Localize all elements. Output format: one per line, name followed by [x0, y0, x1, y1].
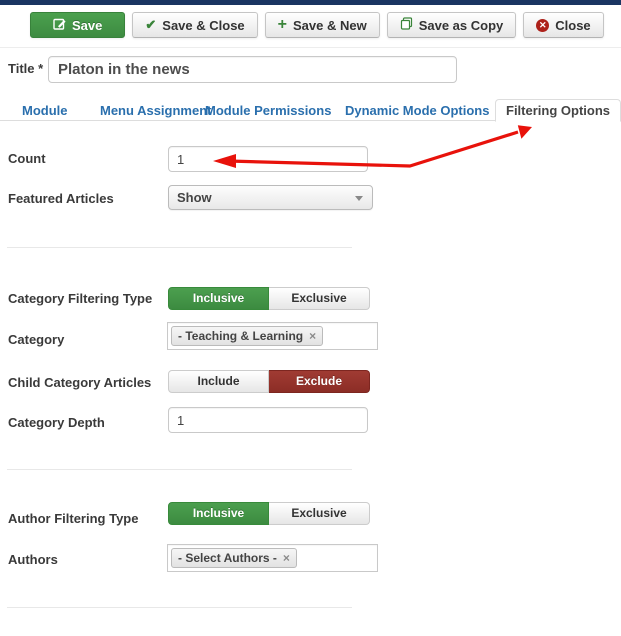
category-tag: - Teaching & Learning × — [171, 326, 324, 346]
chevron-down-icon — [355, 196, 363, 201]
save-icon — [53, 17, 66, 33]
remove-tag-icon[interactable]: × — [309, 330, 316, 342]
category-depth-input[interactable] — [168, 407, 368, 433]
authors-tag: - Select Authors - × — [171, 548, 297, 568]
save-as-copy-button[interactable]: Save as Copy — [386, 12, 517, 38]
category-multiselect[interactable]: - Teaching & Learning × — [167, 322, 378, 350]
child-category-exclude-button[interactable]: Exclude — [269, 370, 370, 393]
title-label: Title * — [8, 61, 44, 76]
authors-tag-label: - Select Authors - — [178, 551, 277, 565]
featured-articles-value: Show — [177, 190, 212, 205]
save-button-label: Save — [72, 17, 103, 33]
save-button[interactable]: Save — [30, 12, 126, 38]
annotation-arrow — [213, 125, 532, 168]
author-filtering-type-toggle: Inclusive Exclusive — [168, 502, 370, 525]
category-filtering-inclusive-button[interactable]: Inclusive — [168, 287, 269, 310]
title-input[interactable] — [48, 56, 457, 83]
section-divider — [7, 469, 352, 470]
child-category-articles-label: Child Category Articles — [8, 375, 152, 390]
remove-tag-icon[interactable]: × — [283, 552, 290, 564]
plus-icon: + — [277, 16, 287, 33]
toolbar-divider — [0, 47, 621, 48]
close-icon: ✕ — [536, 18, 550, 32]
tab-module[interactable]: Module — [22, 103, 68, 118]
category-filtering-type-label: Category Filtering Type — [8, 291, 153, 306]
count-label: Count — [8, 151, 46, 166]
close-button[interactable]: ✕ Close — [523, 12, 604, 38]
module-edit-page: Save ✔ Save & Close + Save & New Save as… — [0, 0, 621, 636]
category-tag-label: - Teaching & Learning — [178, 329, 304, 343]
tab-menu-assignment[interactable]: Menu Assignment — [100, 103, 211, 118]
check-icon: ✔ — [145, 17, 157, 32]
section-divider — [7, 607, 352, 608]
featured-articles-select[interactable]: Show — [168, 185, 373, 210]
tab-module-permissions[interactable]: Module Permissions — [205, 103, 331, 118]
child-category-include-button[interactable]: Include — [168, 370, 269, 393]
author-filtering-type-label: Author Filtering Type — [8, 511, 139, 526]
child-category-articles-toggle: Include Exclude — [168, 370, 370, 393]
save-and-close-button[interactable]: ✔ Save & Close — [132, 12, 258, 38]
tab-filtering-options[interactable]: Filtering Options — [495, 99, 621, 122]
category-label: Category — [8, 332, 65, 347]
save-and-new-label: Save & New — [293, 17, 367, 33]
section-divider — [7, 247, 352, 248]
tab-dynamic-mode-options[interactable]: Dynamic Mode Options — [345, 103, 489, 118]
category-filtering-exclusive-button[interactable]: Exclusive — [269, 287, 370, 310]
authors-label: Authors — [8, 552, 58, 567]
admin-top-bar — [0, 0, 621, 5]
category-filtering-type-toggle: Inclusive Exclusive — [168, 287, 370, 310]
authors-multiselect[interactable]: - Select Authors - × — [167, 544, 378, 572]
toolbar: Save ✔ Save & Close + Save & New Save as… — [30, 12, 604, 38]
author-filtering-exclusive-button[interactable]: Exclusive — [269, 502, 370, 525]
author-filtering-inclusive-button[interactable]: Inclusive — [168, 502, 269, 525]
category-depth-label: Category Depth — [8, 415, 105, 430]
copy-icon — [400, 17, 413, 33]
save-and-close-label: Save & Close — [162, 17, 245, 33]
save-and-new-button[interactable]: + Save & New — [264, 12, 380, 38]
featured-articles-label: Featured Articles — [8, 191, 114, 206]
count-input[interactable] — [168, 146, 368, 172]
save-as-copy-label: Save as Copy — [418, 17, 504, 33]
close-button-label: Close — [555, 17, 591, 33]
